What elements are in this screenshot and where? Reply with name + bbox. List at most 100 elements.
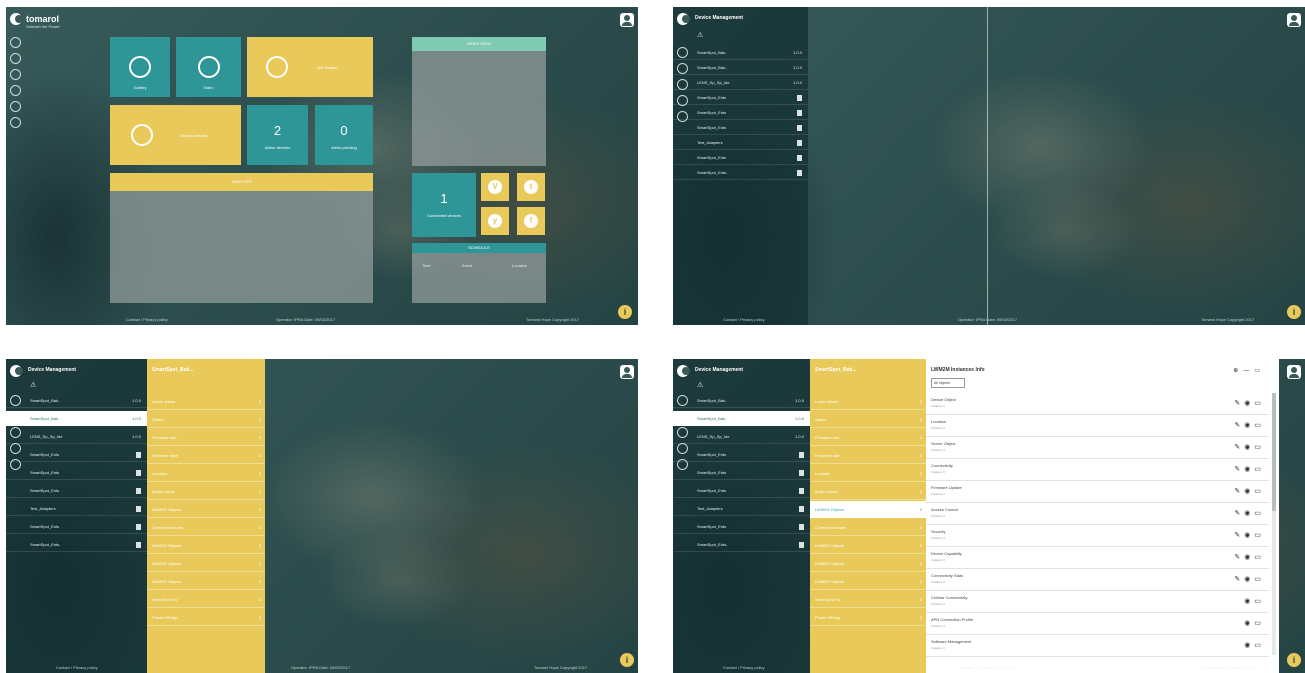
config-row[interactable]: Power Off Mgr 0 (810, 609, 926, 626)
device-row[interactable]: Test_Adapters (673, 135, 808, 150)
object-row[interactable]: Security Instance 0 ✎◉▭ (926, 525, 1269, 547)
device-row[interactable]: Test_Adapters (673, 501, 810, 516)
user-icon[interactable] (1287, 13, 1301, 27)
device-row[interactable]: LENS_Sp_Sp_Ide 1.0.0 (673, 75, 808, 90)
user-icon[interactable] (620, 13, 634, 27)
device-row[interactable]: SmartSpot_Ents (673, 483, 810, 498)
warning-icon[interactable]: ⚠ (30, 381, 36, 389)
config-row[interactable]: Control Instances 0 (147, 519, 265, 536)
vimeo-button[interactable]: V (481, 173, 509, 201)
device-row-selected[interactable]: SmartSpot_Bak.. 1.0.0 (6, 411, 147, 426)
object-row[interactable]: Server Object Instance 0 ✎◉▭ (926, 437, 1269, 459)
tile-connected-devices[interactable]: 1 Connected devices (412, 173, 476, 237)
warning-icon[interactable]: ⚠ (697, 31, 703, 39)
object-row[interactable]: Cellular Connectivity Instance 0 ◉▭ (926, 591, 1269, 613)
config-row[interactable]: LWM2M Objects 0 (147, 537, 265, 554)
config-row[interactable]: Firmware data 0 (810, 447, 926, 464)
refresh-icon (266, 56, 288, 78)
config-row[interactable]: Status 0 (147, 411, 265, 428)
link-icon[interactable] (10, 85, 21, 96)
config-row[interactable]: SmartSpot Fw 0 (147, 591, 265, 608)
tile-video[interactable]: Video (176, 37, 241, 97)
object-row[interactable]: Location Instance 0 ✎◉▭ (926, 415, 1269, 437)
config-row[interactable]: LWM2M Objects 0 (147, 501, 265, 518)
warning-icon[interactable]: ⚠ (697, 381, 703, 389)
config-row[interactable]: Firmware Info 0 (810, 429, 926, 446)
config-row[interactable]: Firmware data 0 (147, 447, 265, 464)
object-row[interactable]: Software Management Instance 0 ◉▭ (926, 635, 1269, 657)
device-row-selected[interactable]: SmartSpot_Bak.. 1.0.0 (673, 411, 810, 426)
device-row[interactable]: LENS_Sp_Sp_Ide 1.0.0 (6, 429, 147, 444)
device-row[interactable]: SmartSpot_Ents (6, 483, 147, 498)
config-row[interactable]: Location 0 (810, 465, 926, 482)
info-icon[interactable]: i (620, 653, 634, 667)
device-row[interactable]: SmartSpot_Bak.. 1.0.0 (673, 60, 808, 75)
device-row[interactable]: SmartSpot_Ents (6, 447, 147, 462)
config-row[interactable]: LWM2M Objects 0 (147, 573, 265, 590)
tile-apps[interactable]: Get Started (247, 37, 373, 97)
device-row[interactable]: SmartSpot_Bak.. 1.0.0 (673, 393, 810, 408)
object-row[interactable]: Firmware Update Instance 0 ✎◉▭ (926, 481, 1269, 503)
object-row[interactable]: Connectivity Stats Instance 0 ✎◉▭ (926, 569, 1269, 591)
config-row[interactable]: LWM2M Objects 0 (147, 555, 265, 572)
object-row[interactable]: Device Object Instance 0 ✎◉▭ (926, 393, 1269, 415)
youtube-button[interactable]: y (481, 207, 509, 235)
info-icon[interactable]: i (1287, 305, 1301, 319)
device-row[interactable]: SmartSpot_Ents.. (6, 537, 147, 552)
device-row[interactable]: SmartSpot_Ents (673, 150, 808, 165)
info-icon[interactable]: i (618, 305, 632, 319)
settings-icon[interactable] (10, 117, 21, 128)
config-row[interactable]: Power Off Mgr 0 (147, 609, 265, 626)
tile-link[interactable]: Shortcut details (110, 105, 241, 165)
device-row[interactable]: SmartSpot_Ents (6, 519, 147, 534)
config-row[interactable]: Audio Cache 0 (810, 483, 926, 500)
device-row[interactable]: SmartSpot_Ents (673, 120, 808, 135)
twitter-button[interactable]: t (517, 173, 545, 201)
device-row[interactable]: SmartSpot_Ents.. (673, 537, 810, 552)
device-row[interactable]: SmartSpot_Ents (673, 105, 808, 120)
device-row[interactable]: SmartSpot_Ents (673, 519, 810, 534)
device-row[interactable]: SmartSpot_Ents.. (673, 165, 808, 180)
device-row[interactable]: SmartSpot_Bak.. 1.0.0 (673, 45, 808, 60)
device-row[interactable]: SmartSpot_Ents (673, 447, 810, 462)
device-row[interactable]: SmartSpot_Ents (673, 465, 810, 480)
config-row[interactable]: LWM2M Objects 0 (810, 537, 926, 554)
mountain-icon (129, 56, 151, 78)
object-row[interactable]: Device Capability Instance 0 ✎◉▭ (926, 547, 1269, 569)
scrollbar-thumb[interactable] (1272, 393, 1276, 511)
download-icon[interactable] (10, 101, 21, 112)
config-row[interactable]: Control Instances 0 (810, 519, 926, 536)
config-row[interactable]: Lorem Ipsum 0 (810, 393, 926, 410)
device-row[interactable]: SmartSpot_Ents (673, 90, 808, 105)
object-filter-select[interactable]: All objects (931, 378, 965, 388)
info-icon[interactable]: i (1287, 653, 1301, 667)
device-row[interactable]: LENS_Sp_Sp_Ide 1.0.0 (673, 429, 810, 444)
config-row[interactable]: LWM2M Objects 0 (810, 555, 926, 572)
devices-icon[interactable] (10, 53, 21, 64)
object-row[interactable]: Connectivity Instance 0 ✎◉▭ (926, 459, 1269, 481)
config-row[interactable]: Firmware Info 0 (147, 429, 265, 446)
device-row[interactable]: SmartSpot_Bak.. 1.0.0 (6, 393, 147, 408)
user-icon[interactable] (620, 365, 634, 379)
config-row-selected[interactable]: LWM2M Objects 0 (810, 501, 926, 518)
tile-alerts[interactable]: 0 Alerts pending (315, 105, 373, 165)
config-panel-title: SmartSpot_Bak... (152, 367, 194, 373)
device-row[interactable]: Test_Adapters (6, 501, 147, 516)
panel-controls[interactable]: ⊕—▭ (1233, 367, 1265, 374)
object-row[interactable]: Access Control Instance 0 ✎◉▭ (926, 503, 1269, 525)
config-row[interactable]: LWM2M Objects 0 (810, 573, 926, 590)
facebook-button[interactable]: f (517, 207, 545, 235)
user-icon[interactable] (1287, 365, 1301, 379)
tile-active-devices[interactable]: 2 Active devices (247, 105, 308, 165)
object-row[interactable]: APN Connection Profile Instance 0 ◉▭ (926, 613, 1269, 635)
home-icon[interactable] (10, 37, 21, 48)
tile-gallery[interactable]: Gallery (110, 37, 170, 97)
device-row[interactable]: SmartSpot_Ents (6, 465, 147, 480)
config-row[interactable]: SmartSpot Fw 0 (810, 591, 926, 608)
config-row[interactable]: Location 0 (147, 465, 265, 482)
config-row[interactable]: Status 0 (810, 411, 926, 428)
config-row[interactable]: Lorem Ipsum 0 (147, 393, 265, 410)
objects-scrollbar[interactable] (1272, 393, 1276, 655)
play-icon[interactable] (10, 69, 21, 80)
config-row[interactable]: Audio Cache 0 (147, 483, 265, 500)
